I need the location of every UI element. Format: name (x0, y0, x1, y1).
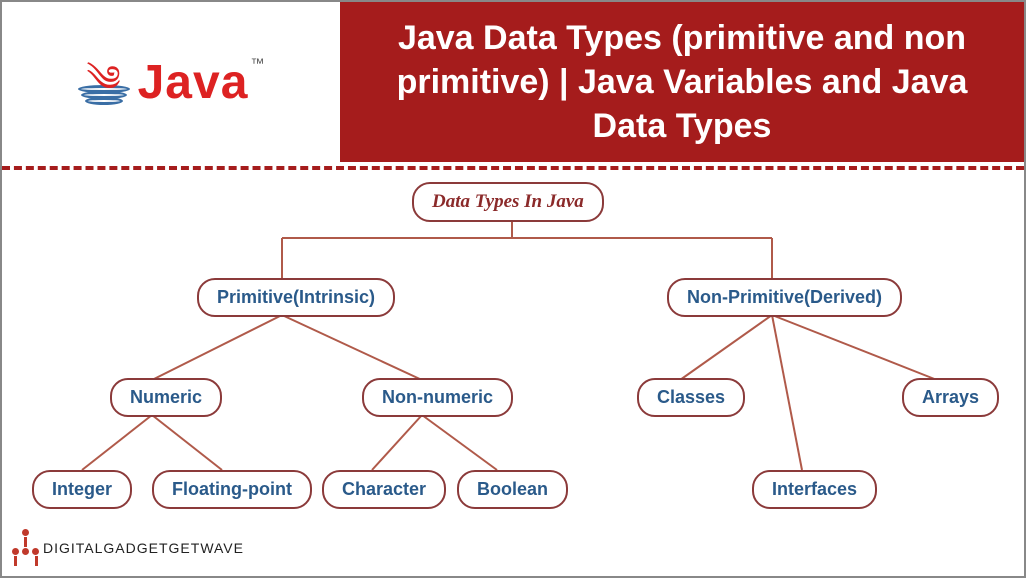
steam-icon: ༄ (86, 65, 120, 93)
node-classes: Classes (637, 378, 745, 417)
node-nonnumeric: Non-numeric (362, 378, 513, 417)
title-banner: Java Data Types (primitive and non primi… (340, 2, 1024, 162)
java-logo-area: ༄ Java™ (2, 2, 340, 162)
hierarchy-diagram: Data Types In Java Primitive(Intrinsic) … (2, 170, 1024, 570)
connector-lines (2, 170, 1024, 570)
java-text: Java (138, 56, 249, 109)
node-character: Character (322, 470, 446, 509)
trademark: ™ (250, 55, 264, 71)
node-root: Data Types In Java (412, 182, 604, 222)
node-integer: Integer (32, 470, 132, 509)
node-interfaces: Interfaces (752, 470, 877, 509)
node-numeric: Numeric (110, 378, 222, 417)
watermark: DIGITALGADGETGETWAVE (12, 529, 244, 566)
watermark-icon (12, 529, 39, 566)
node-boolean: Boolean (457, 470, 568, 509)
java-cup-icon: ༄ (78, 59, 130, 105)
header: ༄ Java™ Java Data Types (primitive and n… (2, 2, 1024, 162)
watermark-text: DIGITALGADGETGETWAVE (43, 540, 244, 556)
node-arrays: Arrays (902, 378, 999, 417)
java-wordmark: Java™ (138, 55, 265, 110)
node-floating: Floating-point (152, 470, 312, 509)
node-primitive: Primitive(Intrinsic) (197, 278, 395, 317)
node-nonprimitive: Non-Primitive(Derived) (667, 278, 902, 317)
